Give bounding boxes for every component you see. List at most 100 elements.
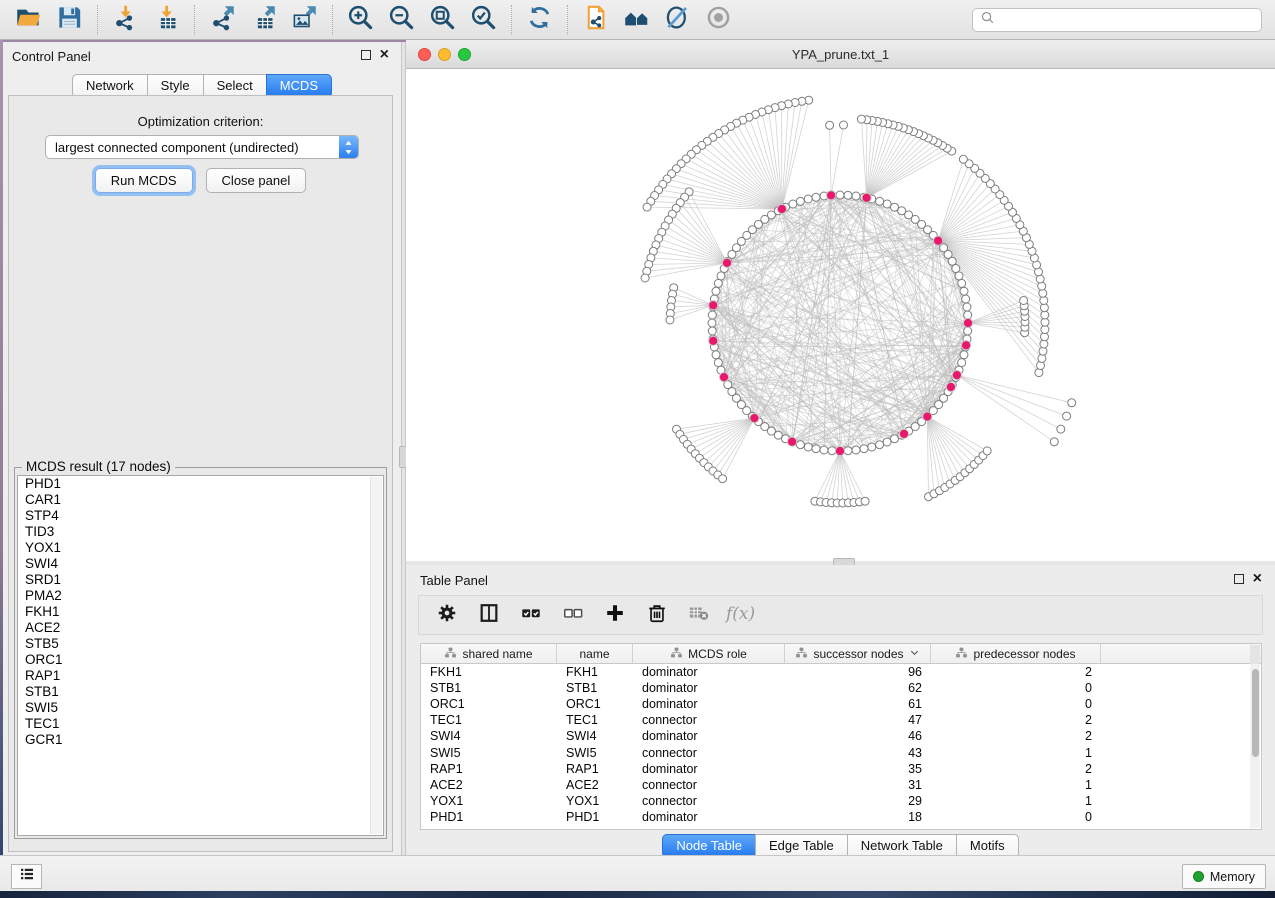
table-cell[interactable]: 2 (931, 729, 1101, 743)
mcds-dominator-node[interactable] (788, 437, 797, 446)
hide-selected-button[interactable] (664, 6, 691, 33)
export-network-button[interactable] (209, 6, 236, 33)
mcds-result-item[interactable]: SWI4 (18, 556, 383, 572)
close-window-icon[interactable] (418, 48, 431, 61)
mcds-result-item[interactable]: SWI5 (18, 700, 383, 716)
sort-desc-icon[interactable] (909, 647, 920, 661)
zoom-in-button[interactable] (347, 6, 374, 33)
float-panel-icon[interactable] (361, 50, 371, 60)
table-row[interactable]: SWI5SWI5connector431 (421, 744, 1261, 760)
table-cell[interactable]: 62 (785, 681, 931, 695)
table-cell[interactable]: 0 (931, 810, 1101, 824)
table-cell[interactable]: FKH1 (557, 665, 633, 679)
show-columns-button[interactable] (478, 604, 500, 626)
open-session-button[interactable] (15, 6, 42, 33)
first-neighbors-button[interactable] (623, 6, 650, 33)
apply-preferred-layout-button[interactable] (526, 6, 553, 33)
table-cell[interactable]: 0 (931, 681, 1101, 695)
table-cell[interactable]: ORC1 (557, 697, 633, 711)
table-cell[interactable]: 47 (785, 713, 931, 727)
table-cell[interactable]: STB1 (557, 681, 633, 695)
table-cell[interactable]: RAP1 (421, 762, 557, 776)
mcds-dominator-node[interactable] (835, 446, 844, 455)
export-table-button[interactable] (250, 6, 277, 33)
mcds-result-item[interactable]: STB1 (18, 684, 383, 700)
mcds-dominator-node[interactable] (862, 193, 871, 202)
table-cell[interactable]: FKH1 (421, 665, 557, 679)
table-cell[interactable]: ACE2 (421, 778, 557, 792)
table-row[interactable]: SWI4SWI4dominator462 (421, 728, 1261, 744)
table-row[interactable]: RAP1RAP1dominator352 (421, 761, 1261, 777)
mcds-dominator-node[interactable] (899, 429, 908, 438)
create-column-button[interactable] (604, 604, 626, 626)
close-panel-icon[interactable]: × (380, 49, 389, 61)
task-history-button[interactable] (11, 864, 42, 889)
table-cell[interactable]: 18 (785, 810, 931, 824)
mcds-dominator-node[interactable] (750, 414, 759, 423)
table-cell[interactable]: ACE2 (557, 778, 633, 792)
mcds-result-item[interactable]: RAP1 (18, 668, 383, 684)
mcds-result-item[interactable]: CAR1 (18, 492, 383, 508)
mcds-result-item[interactable]: TID3 (18, 524, 383, 540)
table-cell[interactable]: dominator (633, 665, 785, 679)
table-cell[interactable]: YOX1 (421, 794, 557, 808)
table-cell[interactable]: RAP1 (557, 762, 633, 776)
table-cell[interactable]: connector (633, 794, 785, 808)
table-cell[interactable]: 61 (785, 697, 931, 711)
network-canvas[interactable] (406, 69, 1275, 561)
import-network-button[interactable] (112, 6, 139, 33)
mcds-result-item[interactable]: FKH1 (18, 604, 383, 620)
optimization-criterion-select[interactable]: largest connected component (undirected) (45, 135, 359, 159)
mcds-dominator-node[interactable] (962, 341, 971, 350)
table-cell[interactable]: 0 (931, 697, 1101, 711)
mcds-dominator-node[interactable] (963, 318, 972, 327)
delete-column-button[interactable] (646, 604, 668, 626)
mcds-dominator-node[interactable] (934, 236, 943, 245)
table-cell[interactable]: SWI5 (557, 746, 633, 760)
network-graph[interactable] (406, 69, 1275, 561)
mcds-result-item[interactable]: ORC1 (18, 652, 383, 668)
mcds-result-item[interactable]: GCR1 (18, 732, 383, 748)
mcds-result-item[interactable]: PHD1 (18, 476, 383, 492)
table-cell[interactable]: connector (633, 746, 785, 760)
table-cell[interactable]: 35 (785, 762, 931, 776)
column-header-name[interactable]: name (557, 644, 633, 663)
zoom-out-button[interactable] (388, 6, 415, 33)
table-cell[interactable]: 31 (785, 778, 931, 792)
memory-button[interactable]: Memory (1182, 864, 1266, 889)
mcds-dominator-node[interactable] (777, 204, 786, 213)
new-network-from-selection-button[interactable] (582, 6, 609, 33)
table-cell[interactable]: connector (633, 713, 785, 727)
table-cell[interactable]: dominator (633, 810, 785, 824)
column-header-MCDS-role[interactable]: MCDS role (633, 644, 785, 663)
search-input[interactable] (1000, 12, 1254, 28)
table-row[interactable]: ACE2ACE2connector311 (421, 777, 1261, 793)
table-row[interactable]: TEC1TEC1connector472 (421, 712, 1261, 728)
mcds-dominator-node[interactable] (719, 373, 728, 382)
table-scrollbar[interactable] (1250, 664, 1260, 828)
table-cell[interactable]: 46 (785, 729, 931, 743)
mcds-dominator-node[interactable] (827, 191, 836, 200)
zoom-selected-button[interactable] (470, 6, 497, 33)
table-cell[interactable]: 1 (931, 746, 1101, 760)
mcds-dominator-node[interactable] (722, 258, 731, 267)
mcds-result-item[interactable]: SRD1 (18, 572, 383, 588)
close-panel-icon[interactable]: × (1253, 573, 1262, 585)
scrollbar-thumb[interactable] (1252, 669, 1259, 757)
table-cell[interactable]: TEC1 (421, 713, 557, 727)
table-cell[interactable]: 96 (785, 665, 931, 679)
mcds-dominator-node[interactable] (923, 412, 932, 421)
mcds-dominator-node[interactable] (946, 382, 955, 391)
table-cell[interactable]: PHD1 (421, 810, 557, 824)
table-cell[interactable]: TEC1 (557, 713, 633, 727)
column-header-shared-name[interactable]: shared name (421, 644, 557, 663)
table-row[interactable]: ORC1ORC1dominator610 (421, 696, 1261, 712)
export-image-button[interactable] (291, 6, 318, 33)
table-cell[interactable]: 1 (931, 794, 1101, 808)
float-panel-icon[interactable] (1234, 574, 1244, 584)
list-scrollbar[interactable] (370, 477, 382, 834)
select-all-rows-button[interactable] (520, 604, 542, 626)
mcds-result-item[interactable]: PMA2 (18, 588, 383, 604)
mcds-result-item[interactable]: ACE2 (18, 620, 383, 636)
maximize-window-icon[interactable] (458, 48, 471, 61)
